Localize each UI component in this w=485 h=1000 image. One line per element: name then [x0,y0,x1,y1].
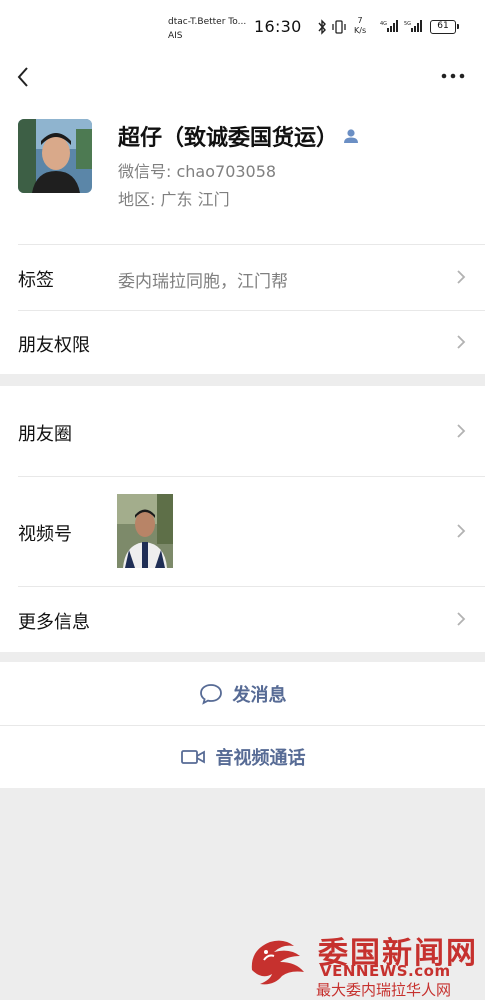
more-options-icon[interactable] [438,66,468,86]
chevron-right-icon [457,524,466,538]
video-call-label: 音视频通话 [215,748,306,769]
speed-value: 7 [357,16,363,25]
profile-header: 超仔（致诚委国货运） 微信号: chao703058 地区: 广东 江门 [0,100,485,244]
chevron-right-icon [457,424,466,438]
back-arrow-icon[interactable] [12,62,36,92]
carrier-line-2: AIS [168,31,183,41]
watermark-url: VENNEWS.com [320,962,451,980]
contact-name: 超仔（致诚委国货运） [118,126,339,151]
network-speed: 7 K/s [354,16,366,36]
tags-label: 标签 [18,270,54,291]
signal-4g-icon: 4G [380,20,398,32]
divider [18,310,485,311]
vibrate-icon [332,20,346,34]
carrier-line-1: dtac-T.Better To... [168,17,247,27]
signal-5g-icon: 5G [404,20,422,32]
divider [18,476,485,477]
friend-permissions-row[interactable]: 朋友权限 [0,310,485,374]
chevron-right-icon [457,612,466,626]
svg-text:4G: 4G [380,21,387,27]
channels-label: 视频号 [18,524,72,545]
watermark: 委国新闻网 VENNEWS.com 最大委内瑞拉华人网 [240,924,485,1000]
region: 地区: 广东 江门 [118,190,230,209]
channels-row[interactable]: 视频号 [0,476,485,586]
channels-thumbnail[interactable] [117,494,173,568]
divider [18,586,485,587]
chat-bubble-icon [199,683,222,705]
svg-text:5G: 5G [404,21,411,27]
video-call-button[interactable]: 音视频通话 [0,726,485,788]
nav-bar [0,56,485,100]
send-message-label: 发消息 [232,684,287,706]
speed-unit: K/s [354,26,367,35]
carrier-info: dtac-T.Better To... AIS [168,15,246,43]
more-info-label: 更多信息 [18,612,90,633]
moments-row[interactable]: 朋友圈 [0,386,485,476]
avatar-photo [18,119,92,193]
divider [18,244,485,245]
avatar[interactable] [18,119,92,193]
status-time: 16:30 [254,17,302,36]
chevron-right-icon [457,335,466,349]
wechat-id: 微信号: chao703058 [118,162,277,181]
contact-person-icon [344,129,359,143]
name-row: 超仔（致诚委国货运） [118,120,360,152]
status-bar: dtac-T.Better To... AIS 16:30 7 K/s 4G 5… [0,0,485,56]
watermark-subtitle: 最大委内瑞拉华人网 [316,981,452,999]
friend-permissions-label: 朋友权限 [18,335,90,356]
chevron-right-icon [457,270,466,284]
dragon-logo-icon [251,940,304,985]
moments-label: 朋友圈 [18,424,72,445]
battery-indicator: 61 [430,20,459,34]
channels-thumbnail-image [117,494,173,568]
video-camera-icon [180,750,205,764]
bluetooth-icon [318,19,326,35]
tags-row[interactable]: 标签 委内瑞拉同胞，江门帮 [0,244,485,310]
tags-value: 委内瑞拉同胞，江门帮 [118,272,288,292]
send-message-button[interactable]: 发消息 [0,662,485,725]
more-info-row[interactable]: 更多信息 [0,586,485,652]
